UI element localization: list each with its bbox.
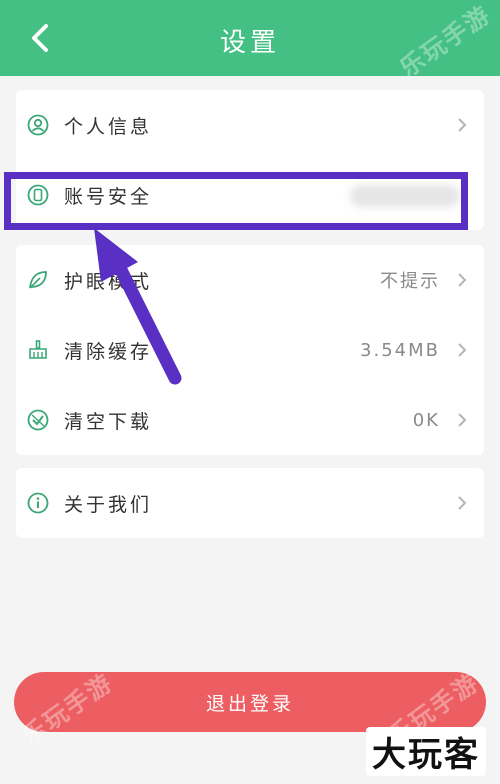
settings-card-about: 关于我们 <box>16 468 484 538</box>
arrow-annotation-icon <box>94 228 182 385</box>
logout-label: 退出登录 <box>205 692 294 715</box>
settings-row-about-us[interactable]: 关于我们 <box>16 468 484 538</box>
chevron-right-icon <box>454 495 470 511</box>
brand-logo: 大玩客 <box>366 727 486 776</box>
settings-row-label: 关于我们 <box>64 493 153 516</box>
info-icon <box>26 491 50 515</box>
